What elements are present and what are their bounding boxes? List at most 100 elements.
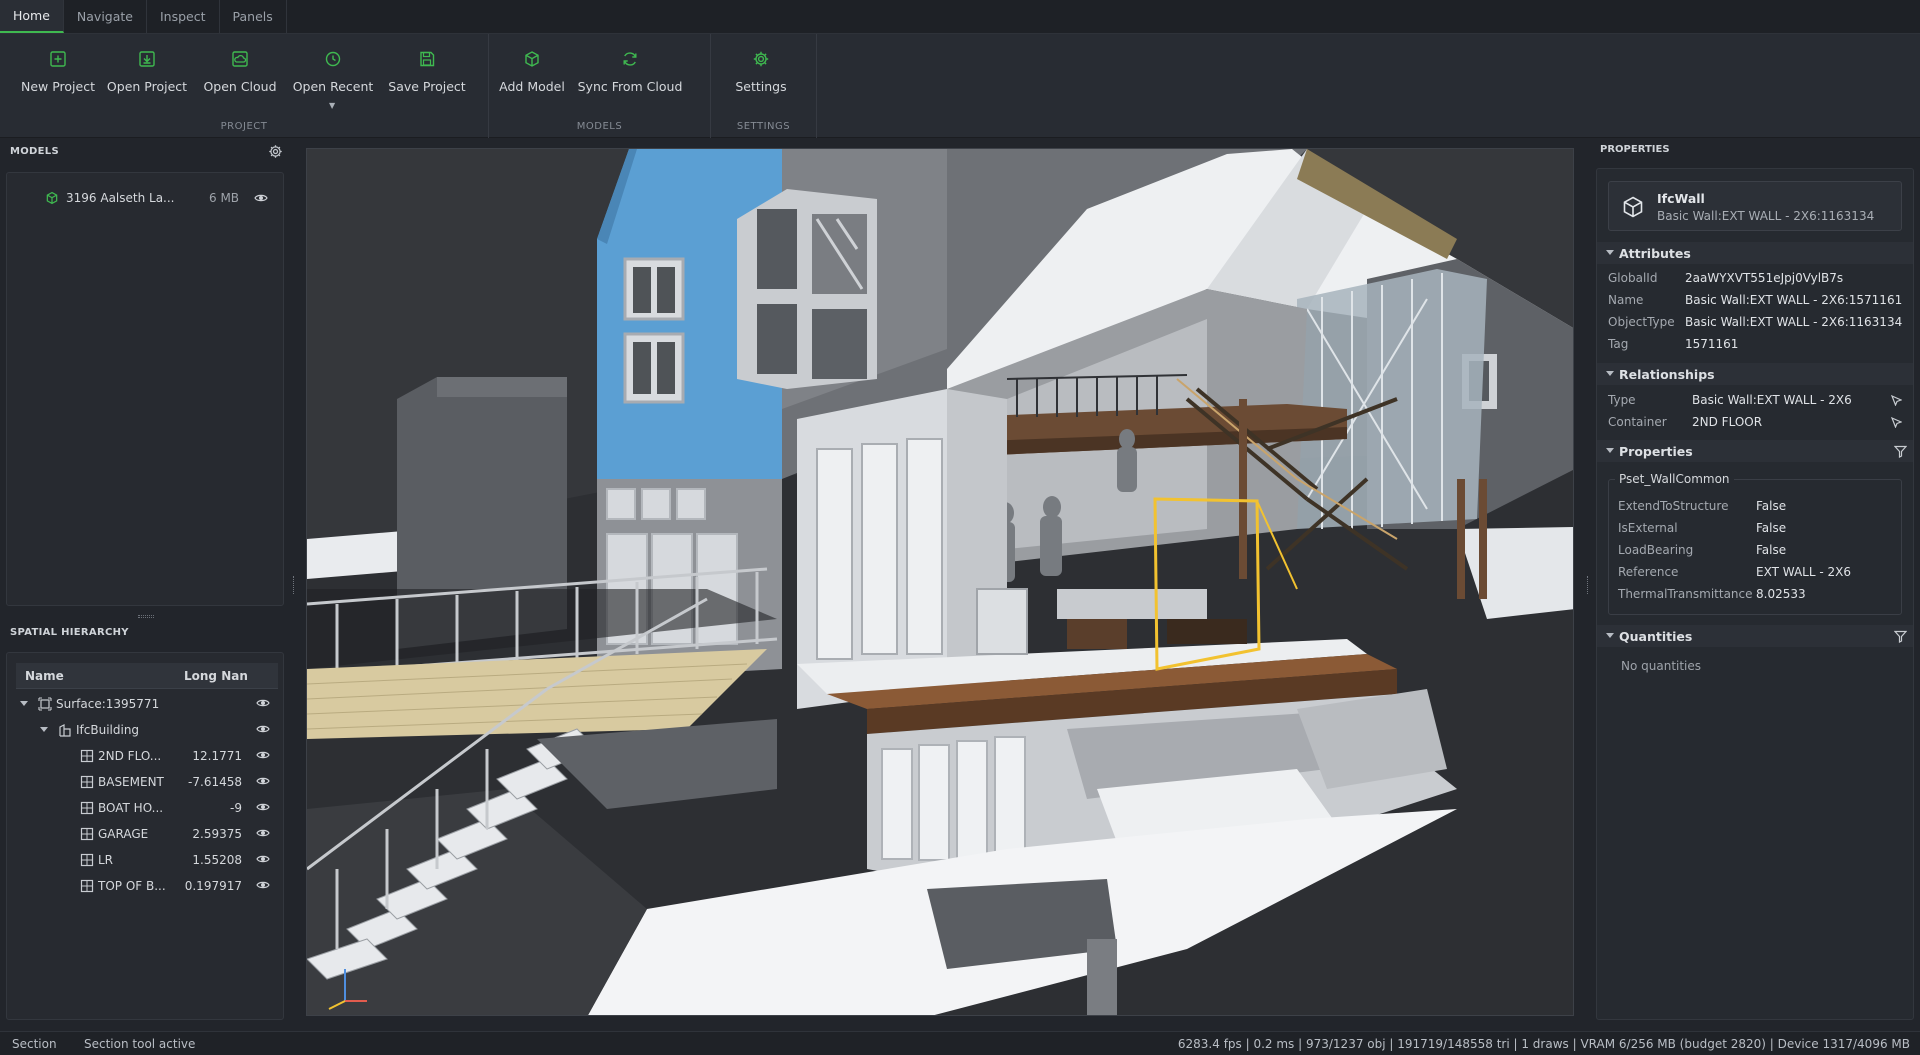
attribute-key: GlobalId bbox=[1608, 271, 1658, 285]
gear-icon bbox=[753, 51, 769, 67]
model-item[interactable]: 3196 Aalseth La... 6 MB bbox=[7, 187, 283, 209]
building-icon bbox=[59, 724, 71, 737]
settings-button[interactable]: Settings bbox=[729, 34, 793, 114]
collapse-caret-icon[interactable] bbox=[1606, 250, 1614, 255]
panel-resize-handle[interactable] bbox=[138, 615, 154, 618]
tree-row-storey[interactable]: 2ND FLO... 12.1771 bbox=[16, 745, 278, 767]
eye-icon[interactable] bbox=[256, 750, 270, 760]
eye-icon[interactable] bbox=[256, 802, 270, 812]
ribbon-tab-bar: Home Navigate Inspect Panels bbox=[0, 0, 1920, 34]
render-stats: 6283.4 fps | 0.2 ms | 973/1237 obj | 191… bbox=[1177, 1037, 1910, 1051]
quantities-section-header[interactable]: Quantities bbox=[1597, 625, 1913, 647]
attribute-row: Tag 1571161 bbox=[1608, 333, 1908, 355]
attribute-value: 2aaWYXVT551eJpj0VylB7s bbox=[1685, 271, 1844, 285]
eye-icon[interactable] bbox=[256, 854, 270, 864]
left-panel-resize-handle[interactable] bbox=[293, 576, 296, 594]
entity-name: Basic Wall:EXT WALL - 2X6:1163134 bbox=[1657, 209, 1875, 223]
new-project-icon bbox=[50, 51, 66, 67]
eye-icon[interactable] bbox=[256, 724, 270, 734]
pset-key: ExtendToStructure bbox=[1618, 499, 1729, 513]
tree-row-label: 2ND FLO... bbox=[98, 749, 162, 763]
filter-icon[interactable] bbox=[1894, 630, 1907, 643]
tab-panels[interactable]: Panels bbox=[220, 0, 287, 33]
tree-row-value: -7.61458 bbox=[188, 775, 242, 789]
attribute-key: Name bbox=[1608, 293, 1644, 307]
collapse-caret-icon[interactable] bbox=[40, 727, 48, 732]
models-list: 3196 Aalseth La... 6 MB bbox=[6, 172, 284, 606]
eye-icon[interactable] bbox=[256, 880, 270, 890]
collapse-caret-icon[interactable] bbox=[1606, 633, 1614, 638]
properties-section-title: Properties bbox=[1619, 443, 1693, 459]
tree-row-label: TOP OF B... bbox=[98, 879, 166, 893]
eye-icon[interactable] bbox=[256, 698, 270, 708]
eye-icon[interactable] bbox=[256, 828, 270, 838]
attribute-key: Tag bbox=[1608, 337, 1629, 351]
spatial-hierarchy-tree: Name Long Nan Surface:1395771 IfcBuildin… bbox=[6, 652, 284, 1020]
column-name[interactable]: Name bbox=[25, 669, 64, 683]
open-project-icon bbox=[139, 51, 155, 67]
collapse-caret-icon[interactable] bbox=[1606, 448, 1614, 453]
pset-name: Pset_WallCommon bbox=[1615, 472, 1734, 486]
new-project-button[interactable]: New Project bbox=[16, 34, 100, 114]
open-recent-button[interactable]: Open Recent ▼ bbox=[286, 34, 380, 114]
add-model-button[interactable]: Add Model bbox=[499, 34, 565, 114]
pset-value: EXT WALL - 2X6 bbox=[1756, 565, 1851, 579]
open-cloud-button[interactable]: Open Cloud bbox=[194, 34, 286, 114]
eye-icon[interactable] bbox=[256, 776, 270, 786]
relationship-row[interactable]: Container 2ND FLOOR bbox=[1608, 411, 1908, 433]
tree-row-building[interactable]: IfcBuilding bbox=[16, 719, 278, 741]
properties-section-header[interactable]: Properties bbox=[1597, 440, 1913, 462]
quantities-title: Quantities bbox=[1619, 628, 1693, 644]
relationship-value: Basic Wall:EXT WALL - 2X6 bbox=[1692, 393, 1852, 407]
save-project-button[interactable]: Save Project bbox=[380, 34, 474, 114]
pset-value: 8.02533 bbox=[1756, 587, 1806, 601]
pset-row: ExtendToStructure False bbox=[1618, 495, 1898, 517]
navigate-arrow-icon[interactable] bbox=[1890, 416, 1902, 428]
tree-row-surface[interactable]: Surface:1395771 bbox=[16, 693, 278, 715]
collapse-caret-icon[interactable] bbox=[20, 701, 28, 706]
dropdown-caret-icon[interactable]: ▼ bbox=[329, 101, 335, 110]
tab-home[interactable]: Home bbox=[0, 0, 64, 33]
settings-group-label: SETTINGS bbox=[736, 121, 791, 132]
open-project-label: Open Project bbox=[106, 79, 188, 94]
models-panel-title: MODELS bbox=[10, 146, 59, 157]
attributes-section-header[interactable]: Attributes bbox=[1597, 242, 1913, 264]
relationship-key: Container bbox=[1608, 415, 1667, 429]
sync-from-cloud-button[interactable]: Sync From Cloud bbox=[565, 34, 695, 114]
attribute-row: Name Basic Wall:EXT WALL - 2X6:1571161 bbox=[1608, 289, 1908, 311]
tree-row-storey[interactable]: GARAGE 2.59375 bbox=[16, 823, 278, 845]
3d-viewport[interactable] bbox=[306, 148, 1574, 1016]
tree-row-storey[interactable]: BOAT HO... -9 bbox=[16, 797, 278, 819]
properties-panel: IfcWall Basic Wall:EXT WALL - 2X6:116313… bbox=[1596, 168, 1914, 1020]
relationships-section-header[interactable]: Relationships bbox=[1597, 363, 1913, 385]
model-size: 6 MB bbox=[209, 191, 240, 205]
column-long-name[interactable]: Long Nan bbox=[184, 669, 248, 683]
right-panel-resize-handle[interactable] bbox=[1587, 576, 1590, 594]
eye-icon[interactable] bbox=[254, 193, 268, 203]
open-recent-label: Open Recent bbox=[292, 79, 374, 94]
collapse-caret-icon[interactable] bbox=[1606, 371, 1614, 376]
tree-row-value: 2.59375 bbox=[192, 827, 242, 841]
new-project-label: New Project bbox=[20, 79, 95, 94]
model-name: 3196 Aalseth La... bbox=[66, 191, 175, 205]
building-model-render[interactable] bbox=[307, 149, 1574, 1016]
spatial-hierarchy-title: SPATIAL HIERARCHY bbox=[10, 627, 129, 638]
tree-row-value: 1.55208 bbox=[192, 853, 242, 867]
open-project-button[interactable]: Open Project bbox=[100, 34, 194, 114]
tree-row-storey[interactable]: BASEMENT -7.61458 bbox=[16, 771, 278, 793]
tab-inspect[interactable]: Inspect bbox=[147, 0, 220, 33]
cube-icon bbox=[525, 51, 539, 67]
storey-icon bbox=[80, 827, 94, 841]
tab-navigate[interactable]: Navigate bbox=[64, 0, 147, 33]
tree-column-header: Name Long Nan bbox=[16, 663, 278, 689]
navigate-arrow-icon[interactable] bbox=[1890, 394, 1902, 406]
storey-icon bbox=[80, 801, 94, 815]
tree-row-storey[interactable]: TOP OF B... 0.197917 bbox=[16, 875, 278, 897]
attribute-value: 1571161 bbox=[1685, 337, 1739, 351]
relationship-row[interactable]: Type Basic Wall:EXT WALL - 2X6 bbox=[1608, 389, 1908, 411]
pset-value: False bbox=[1756, 499, 1787, 513]
project-group: New Project Open Project Open Cloud Open… bbox=[0, 34, 489, 138]
tree-row-storey[interactable]: LR 1.55208 bbox=[16, 849, 278, 871]
models-settings-gear-icon[interactable] bbox=[268, 144, 283, 159]
filter-icon[interactable] bbox=[1894, 445, 1907, 458]
